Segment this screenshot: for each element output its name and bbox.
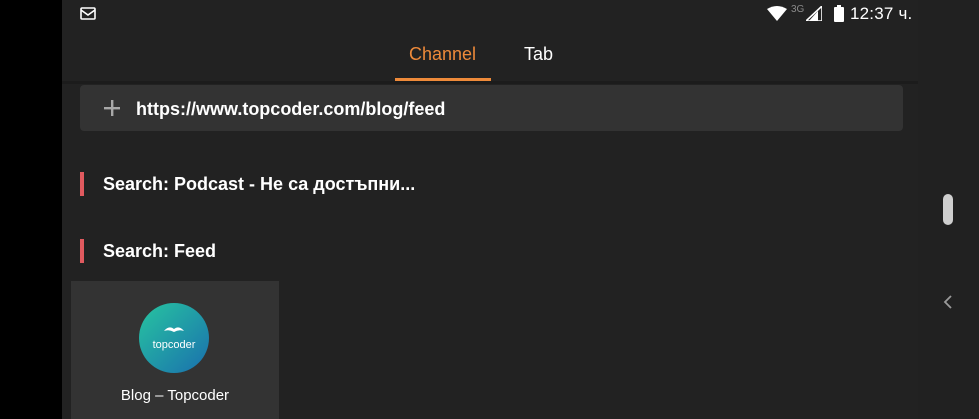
tab-channel[interactable]: Channel bbox=[409, 44, 476, 65]
chevron-left-icon[interactable] bbox=[942, 294, 954, 310]
battery-icon bbox=[834, 5, 844, 22]
tab-tab[interactable]: Tab bbox=[524, 44, 553, 65]
svg-text:topcoder: topcoder bbox=[153, 339, 196, 351]
tab-divider bbox=[62, 81, 918, 84]
url-input-bar[interactable]: https://www.topcoder.com/blog/feed bbox=[80, 85, 903, 131]
signal-icon bbox=[806, 6, 822, 21]
section-marker bbox=[80, 239, 84, 263]
feed-card[interactable]: topcoder Blog – Topcoder bbox=[71, 281, 279, 419]
topcoder-logo: topcoder bbox=[139, 303, 209, 373]
mail-icon bbox=[80, 7, 96, 20]
card-title: Blog – Topcoder bbox=[120, 387, 230, 404]
status-clock: 12:37 ч. bbox=[850, 4, 913, 23]
url-input[interactable]: https://www.topcoder.com/blog/feed bbox=[136, 99, 445, 120]
section-title: Search: Podcast - Не са достъпни... bbox=[103, 174, 416, 194]
section-title: Search: Feed bbox=[103, 241, 217, 261]
wifi-icon bbox=[767, 6, 787, 21]
plus-icon[interactable] bbox=[104, 100, 120, 116]
status-bar: 3G 12:37 ч. bbox=[62, 0, 979, 28]
section-marker bbox=[80, 172, 84, 196]
scrollbar-thumb[interactable] bbox=[943, 194, 953, 225]
network-type-label: 3G bbox=[791, 4, 805, 15]
app-screen: 3G 12:37 ч. Channel Tab https://www.topc… bbox=[62, 0, 979, 419]
